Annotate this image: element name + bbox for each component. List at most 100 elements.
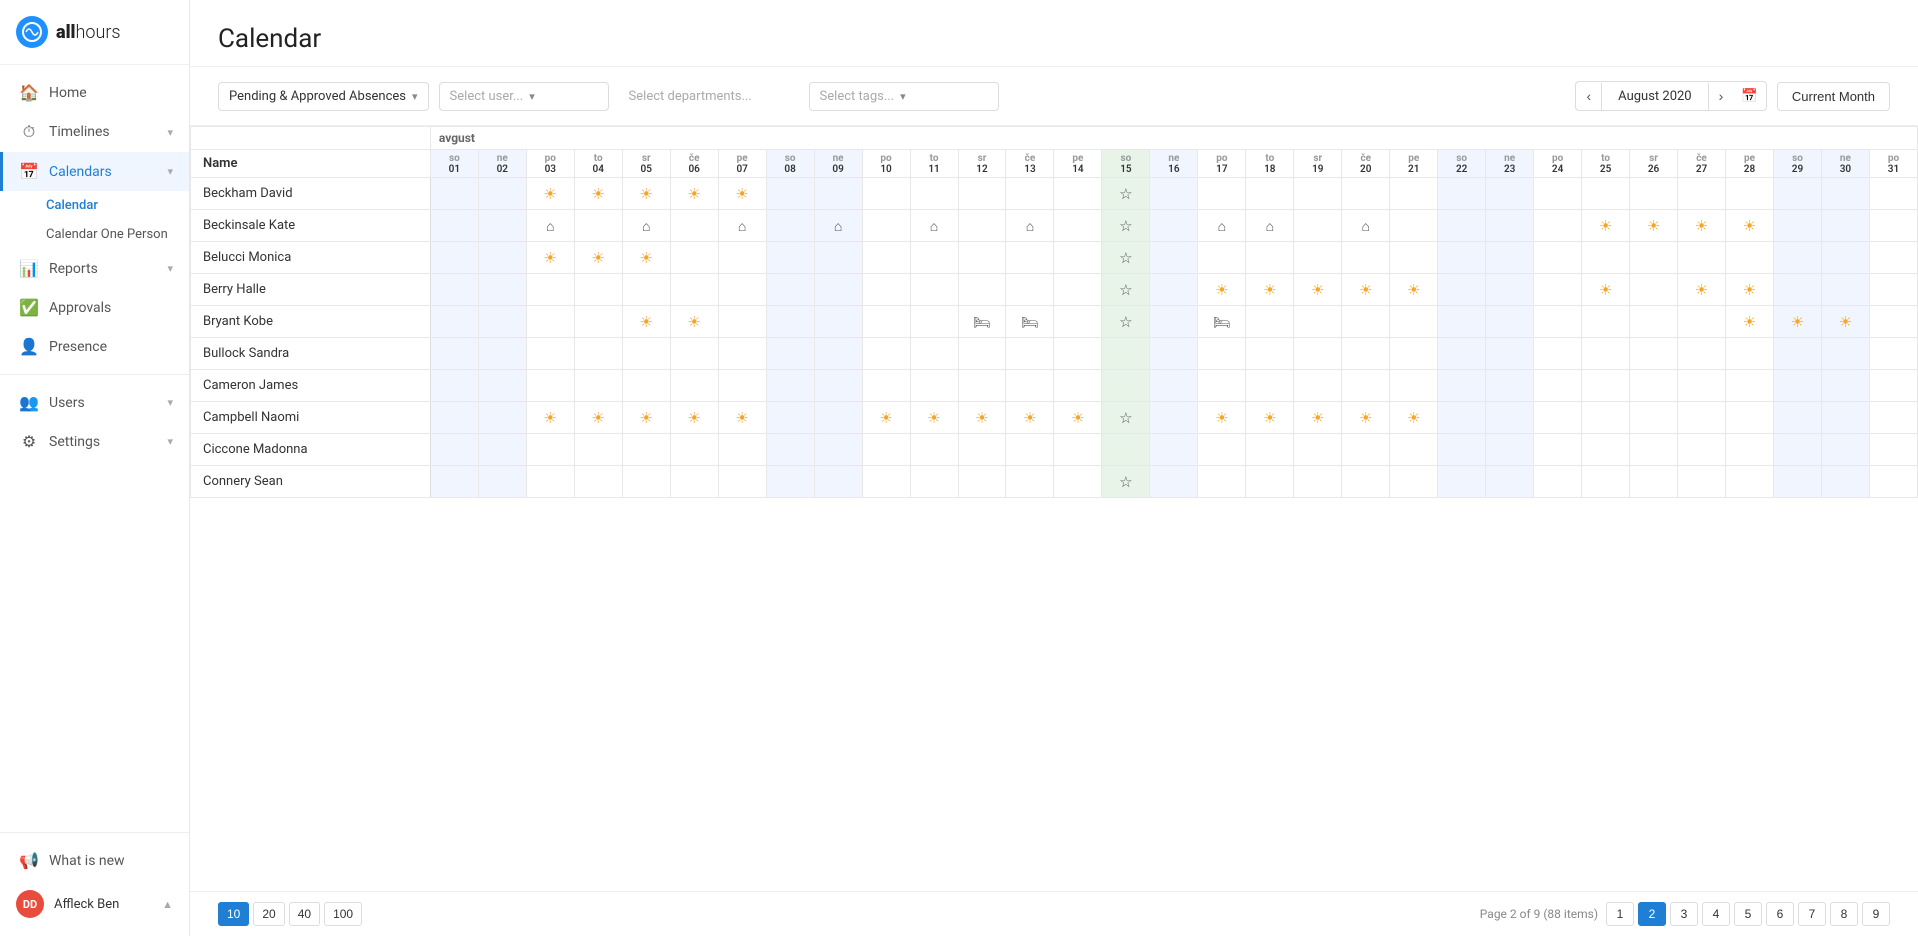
page-size-10[interactable]: 10	[218, 902, 249, 926]
chevron-down-icon: ▾	[412, 90, 418, 103]
day-header-23: ne23	[1486, 150, 1534, 178]
sidebar-item-settings[interactable]: ⚙ Settings ▾	[0, 422, 189, 461]
cell-6-27	[1726, 370, 1774, 402]
sidebar-item-what-is-new[interactable]: 📢 What is new	[0, 841, 189, 880]
cell-6-5	[670, 370, 718, 402]
sidebar-item-presence[interactable]: 👤 Presence	[0, 327, 189, 366]
employee-name: Beckham David	[191, 178, 431, 210]
page-size-20[interactable]: 20	[253, 902, 284, 926]
page-num-2[interactable]: 2	[1638, 902, 1666, 926]
page-size-100[interactable]: 100	[324, 902, 362, 926]
table-row: Ciccone Madonna	[191, 434, 1918, 466]
cell-1-15	[1150, 210, 1198, 242]
prev-month-button[interactable]: ‹	[1576, 82, 1601, 110]
day-header-20: če20	[1342, 150, 1390, 178]
user-menu[interactable]: DD Affleck Ben ▲	[0, 880, 189, 928]
sidebar-item-label: What is new	[49, 853, 173, 869]
cell-2-20	[1390, 242, 1438, 274]
cell-6-26	[1678, 370, 1726, 402]
cell-8-22	[1486, 434, 1534, 466]
tags-filter[interactable]: Select tags... ▾	[809, 82, 999, 111]
cell-0-8	[814, 178, 862, 210]
cell-3-6	[718, 274, 766, 306]
chevron-down-icon: ▾	[167, 435, 173, 448]
presence-icon: 👤	[19, 337, 39, 356]
cell-3-1	[478, 274, 526, 306]
page-num-7[interactable]: 7	[1798, 902, 1826, 926]
page-num-1[interactable]: 1	[1606, 902, 1634, 926]
sidebar-item-label: Settings	[49, 434, 157, 450]
sidebar-item-users[interactable]: 👥 Users ▾	[0, 383, 189, 422]
cell-9-21	[1438, 466, 1486, 498]
cell-1-3	[574, 210, 622, 242]
cell-2-16	[1198, 242, 1246, 274]
cell-9-23	[1534, 466, 1582, 498]
department-filter[interactable]: Select departments...	[619, 83, 799, 110]
cell-4-2	[526, 306, 574, 338]
cell-3-26: ☀	[1678, 274, 1726, 306]
sidebar-item-reports[interactable]: 📊 Reports ▾	[0, 249, 189, 288]
cell-5-9	[862, 338, 910, 370]
sidebar-item-calendars[interactable]: 📅 Calendars ▾	[0, 152, 189, 191]
day-header-15: so15	[1102, 150, 1150, 178]
cell-9-18	[1294, 466, 1342, 498]
sidebar-item-label: Approvals	[49, 300, 173, 316]
cell-4-23	[1534, 306, 1582, 338]
cell-3-5	[670, 274, 718, 306]
page-num-5[interactable]: 5	[1734, 902, 1762, 926]
cell-3-18: ☀	[1294, 274, 1342, 306]
employee-name: Campbell Naomi	[191, 402, 431, 434]
cell-9-24	[1582, 466, 1630, 498]
cell-3-21	[1438, 274, 1486, 306]
cell-5-2	[526, 338, 574, 370]
current-month-button[interactable]: Current Month	[1777, 82, 1890, 111]
cell-1-4: ⌂	[622, 210, 670, 242]
page-num-9[interactable]: 9	[1862, 902, 1890, 926]
cell-9-27	[1726, 466, 1774, 498]
cell-7-7	[766, 402, 814, 434]
cell-9-9	[862, 466, 910, 498]
absence-filter[interactable]: Pending & Approved Absences ▾	[218, 82, 429, 111]
settings-icon: ⚙	[19, 432, 39, 451]
cell-0-19	[1342, 178, 1390, 210]
sidebar: allhours 🏠 Home ⏱ Timelines ▾ 📅 Calendar…	[0, 0, 190, 936]
sidebar-item-timelines[interactable]: ⏱ Timelines ▾	[0, 112, 189, 152]
megaphone-icon: 📢	[19, 851, 39, 870]
cell-9-22	[1486, 466, 1534, 498]
cell-8-29	[1821, 434, 1869, 466]
user-filter[interactable]: Select user... ▾	[439, 82, 609, 111]
cell-0-15	[1150, 178, 1198, 210]
page-num-8[interactable]: 8	[1830, 902, 1858, 926]
chevron-down-icon: ▾	[529, 90, 535, 103]
table-row: Beckinsale Kate⌂⌂⌂⌂⌂⌂☆⌂⌂⌂☀☀☀☀	[191, 210, 1918, 242]
page-size-40[interactable]: 40	[289, 902, 320, 926]
page-num-4[interactable]: 4	[1702, 902, 1730, 926]
logo-icon	[16, 16, 48, 48]
cell-6-16	[1198, 370, 1246, 402]
cell-1-16: ⌂	[1198, 210, 1246, 242]
cell-2-2: ☀	[526, 242, 574, 274]
cell-0-3: ☀	[574, 178, 622, 210]
day-header-27: če27	[1678, 150, 1726, 178]
sidebar-sub-item-calendar-one-person[interactable]: Calendar One Person	[0, 220, 189, 249]
sidebar-sub-item-calendar[interactable]: Calendar	[0, 191, 189, 220]
cell-6-18	[1294, 370, 1342, 402]
sidebar-item-approvals[interactable]: ✅ Approvals	[0, 288, 189, 327]
cell-6-30	[1869, 370, 1917, 402]
cell-0-21	[1438, 178, 1486, 210]
page-num-3[interactable]: 3	[1670, 902, 1698, 926]
cell-2-11	[958, 242, 1006, 274]
cell-3-19: ☀	[1342, 274, 1390, 306]
cell-0-13	[1054, 178, 1102, 210]
cell-9-11	[958, 466, 1006, 498]
approvals-icon: ✅	[19, 298, 39, 317]
page-num-6[interactable]: 6	[1766, 902, 1794, 926]
cell-3-24: ☀	[1582, 274, 1630, 306]
calendar-picker-button[interactable]: 📅	[1733, 82, 1766, 110]
cell-2-25	[1630, 242, 1678, 274]
cell-0-28	[1773, 178, 1821, 210]
next-month-button[interactable]: ›	[1709, 82, 1734, 110]
sidebar-item-home[interactable]: 🏠 Home	[0, 73, 189, 112]
day-header-07: pe07	[718, 150, 766, 178]
day-header-26: sr26	[1630, 150, 1678, 178]
